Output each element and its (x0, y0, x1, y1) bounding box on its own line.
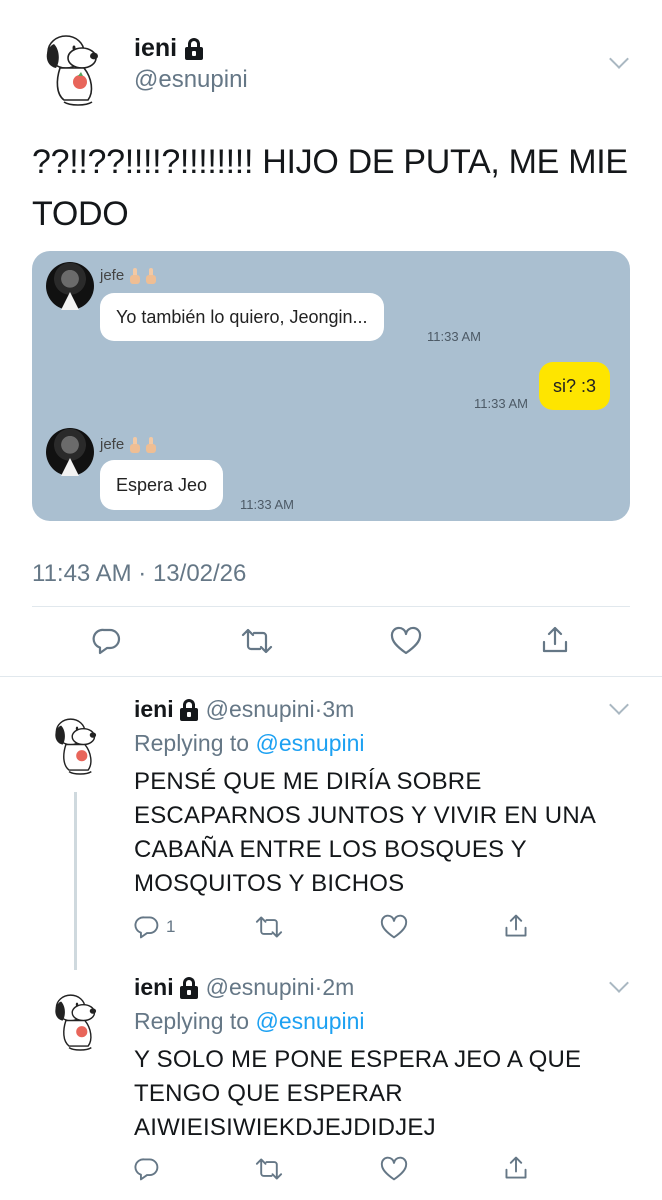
share-icon (505, 1156, 527, 1179)
chat-time: 11:33 AM (427, 329, 481, 344)
tweet-text: ??!!??!!!!?!!!!!!!! HIJO DE PUTA, ME MIE… (32, 143, 628, 233)
retweet-icon (255, 916, 283, 938)
share-button[interactable] (503, 1154, 529, 1182)
reply-text: PENSÉ QUE ME DIRÍA SOBRE ESCAPARNOS JUNT… (134, 765, 624, 901)
reply-button[interactable] (134, 1156, 166, 1182)
share-button[interactable] (503, 912, 529, 940)
author-handle[interactable]: @esnupini (206, 974, 315, 1001)
author-handle[interactable]: @esnupini (134, 66, 248, 94)
like-button[interactable] (390, 626, 422, 656)
replying-prefix: Replying to (134, 1008, 250, 1034)
chat-sender-name: jefe (100, 436, 157, 453)
author-name[interactable]: ieni (134, 974, 198, 1001)
caret-down-icon[interactable] (609, 973, 629, 993)
reply-text-line: CABAÑA ENTRE LOS BOSQUES Y (134, 836, 527, 863)
chat-sender-label: jefe (100, 436, 125, 453)
reply-text-line: PENSÉ QUE ME DIRÍA SOBRE (134, 768, 482, 795)
reply-text-line: AIWIEISIWIEKDJEJDIDJEJ (134, 1114, 436, 1141)
middle-finger-emoji (146, 267, 157, 284)
replying-to: Replying to @esnupini (134, 1008, 365, 1035)
chat-bubble: Espera Jeo (100, 460, 224, 510)
reply-header: ieni @esnupini · 3m (134, 696, 354, 723)
lock-icon (179, 976, 198, 999)
share-icon (542, 626, 568, 653)
chat-sender-name: jefe (100, 267, 157, 284)
tweet-timestamp[interactable]: 11:43 AM · 13/02/26 (32, 560, 246, 588)
retweet-icon (241, 628, 273, 654)
embedded-chat-image[interactable]: jefe Yo también lo quiero, Jeongin... 11… (32, 251, 630, 521)
chat-time: 11:33 AM (240, 497, 294, 512)
retweet-button[interactable] (240, 626, 274, 656)
retweet-button[interactable] (254, 914, 284, 940)
separator-dot: · (314, 974, 323, 1000)
retweet-icon (255, 1158, 283, 1180)
separator-dot: · (314, 696, 323, 722)
chat-time: 11:33 AM (474, 396, 528, 411)
lock-icon (185, 37, 204, 60)
caret-down-icon[interactable] (609, 49, 629, 69)
reply-text-line: ESCAPARNOS JUNTOS Y VIVIR EN UNA (134, 802, 597, 829)
author-name-text[interactable]: ieni (134, 34, 177, 63)
retweet-button[interactable] (254, 1156, 284, 1182)
reply-age[interactable]: 3m (322, 696, 354, 723)
reply-header: ieni @esnupini · 2m (134, 974, 354, 1001)
middle-finger-emoji (130, 267, 141, 284)
like-button[interactable] (380, 1156, 408, 1182)
replying-prefix: Replying to (134, 730, 250, 756)
main-tweet: ieni @esnupini ??!!??!!!!?!!!!!!!! HIJO … (0, 0, 662, 680)
snoopy-avatar[interactable] (42, 984, 112, 1054)
snoopy-avatar[interactable] (30, 22, 118, 110)
chat-avatar (46, 428, 94, 476)
snoopy-avatar[interactable] (42, 708, 112, 778)
caret-down-icon[interactable] (609, 695, 629, 715)
author-handle[interactable]: @esnupini (206, 696, 315, 723)
like-icon (390, 626, 422, 655)
thread-connector (74, 792, 77, 970)
reply-icon (134, 1158, 159, 1181)
author-name[interactable]: ieni (134, 696, 198, 723)
reply-text-line: MOSQUITOS Y BICHOS (134, 870, 405, 897)
chat-sender-label: jefe (100, 267, 125, 284)
middle-finger-emoji (130, 436, 141, 453)
lock-icon (179, 698, 198, 721)
chat-bubble: Yo también lo quiero, Jeongin... (100, 293, 384, 341)
like-icon (380, 914, 408, 939)
reply-button[interactable]: 1 (134, 914, 175, 940)
like-icon (380, 1156, 408, 1181)
middle-finger-emoji (146, 436, 157, 453)
divider (32, 606, 630, 607)
divider (0, 676, 662, 677)
replying-to-link[interactable]: @esnupini (255, 1008, 364, 1034)
reply-count: 1 (166, 917, 176, 936)
share-button[interactable] (540, 624, 570, 656)
reply-icon (92, 628, 121, 655)
reply-text-line: TENGO QUE ESPERAR (134, 1080, 403, 1107)
share-icon (505, 914, 527, 937)
author-name[interactable]: ieni (134, 34, 204, 63)
reply-age[interactable]: 2m (322, 974, 354, 1001)
author-name-text[interactable]: ieni (134, 696, 174, 723)
reply-text-line: Y SOLO ME PONE ESPERA JEO A QUE (134, 1046, 582, 1073)
chat-avatar (46, 262, 94, 310)
reply-button[interactable] (92, 626, 122, 656)
chat-bubble-me: si? :3 (539, 362, 611, 410)
author-name-text[interactable]: ieni (134, 974, 174, 1001)
reply-icon (134, 916, 159, 939)
like-button[interactable] (380, 914, 408, 940)
reply-text: Y SOLO ME PONE ESPERA JEO A QUE TENGO QU… (134, 1043, 624, 1145)
replying-to: Replying to @esnupini (134, 730, 365, 757)
replying-to-link[interactable]: @esnupini (255, 730, 364, 756)
